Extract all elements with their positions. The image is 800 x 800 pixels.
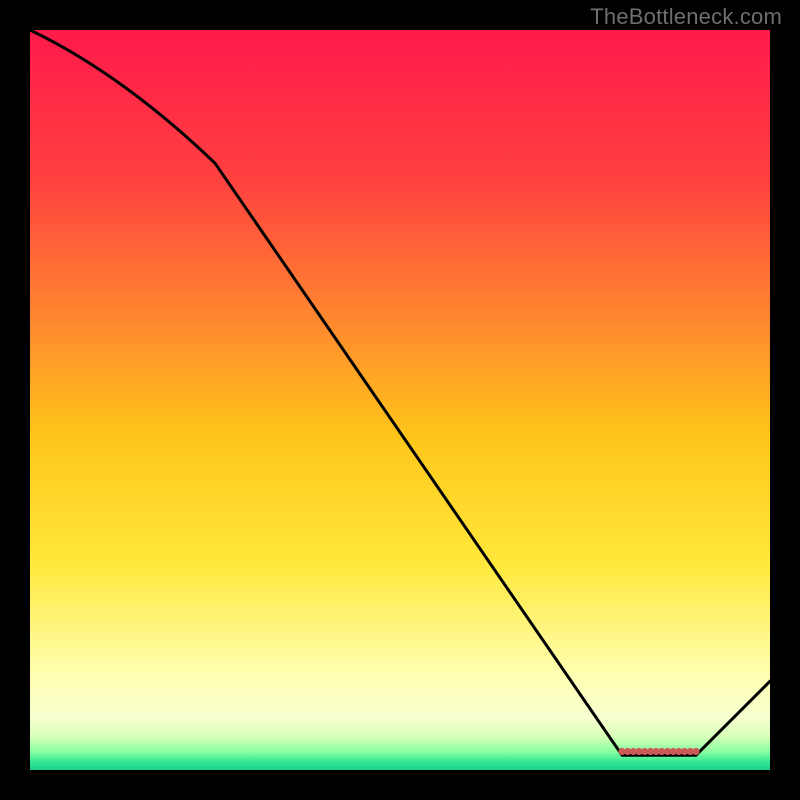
plot-area — [30, 30, 770, 770]
gradient-background — [30, 30, 770, 770]
data-dot — [692, 748, 699, 755]
chart-container: { "watermark": "TheBottleneck.com", "cha… — [0, 0, 800, 800]
watermark-text: TheBottleneck.com — [590, 4, 782, 30]
chart-svg — [30, 30, 770, 770]
